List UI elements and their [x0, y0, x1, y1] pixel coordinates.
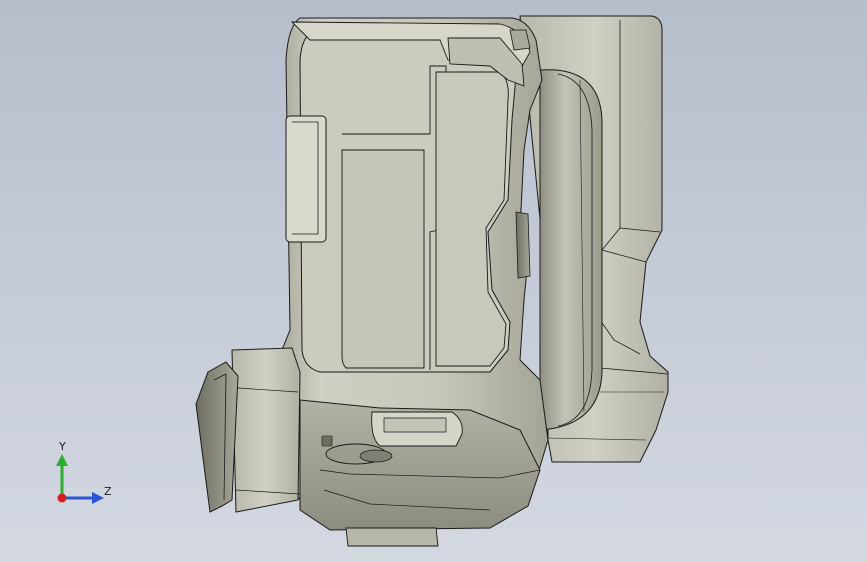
top-clip	[509, 29, 531, 51]
bottom-pin	[321, 435, 333, 447]
front-nozzle	[231, 347, 301, 513]
bottom-boss	[359, 449, 393, 463]
left-handle	[285, 115, 327, 243]
bottom-foot	[345, 527, 439, 547]
graphics-viewport[interactable]: Y Z	[0, 0, 867, 562]
front-flap	[195, 361, 239, 513]
y-axis-arrow	[56, 454, 68, 466]
side-bump	[515, 211, 531, 279]
panel-recess	[341, 149, 425, 369]
z-axis-arrow	[92, 492, 104, 504]
z-axis-label: Z	[104, 485, 112, 498]
bottom-slot-inner	[383, 417, 447, 433]
origin-dot	[57, 493, 67, 503]
coordinate-triad: Y Z	[44, 436, 134, 516]
y-axis-label: Y	[58, 440, 66, 453]
flange-disk	[539, 69, 603, 431]
